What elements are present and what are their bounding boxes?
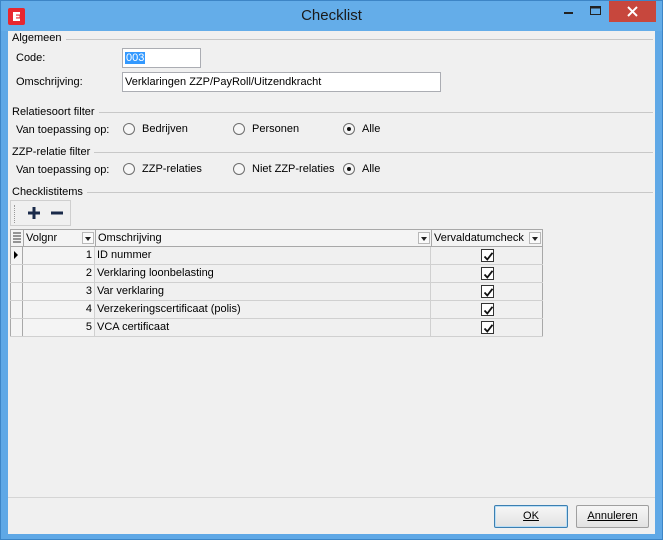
column-header-label: Omschrijving	[98, 232, 162, 244]
chevron-down-icon[interactable]	[529, 232, 541, 244]
code-value: 003	[125, 52, 146, 64]
section-checklistitems-label: Checklistitems	[12, 186, 87, 198]
radio-label: Alle	[362, 163, 381, 175]
row-indicator[interactable]	[10, 283, 23, 300]
current-row-arrow-icon	[14, 251, 18, 259]
relatiesoort-applies-label: Van toepassing op:	[16, 124, 110, 136]
dialog-client-area: Algemeen Code: 003 Omschrijving: Verklar…	[8, 31, 655, 534]
table-row[interactable]: 2 Verklaring loonbelasting	[10, 265, 543, 283]
column-header-vervaldatumcheck[interactable]: Vervaldatumcheck	[432, 230, 542, 246]
cell-volgnr[interactable]: 1	[23, 247, 95, 264]
title-bar[interactable]: Checklist	[1, 1, 662, 31]
cell-vervaldatumcheck[interactable]	[431, 265, 543, 282]
cell-omschrijving[interactable]: Verklaring loonbelasting	[95, 265, 431, 282]
button-bar-divider	[8, 497, 655, 498]
code-label: Code:	[16, 52, 46, 64]
checkbox-checked[interactable]	[480, 267, 494, 280]
radio-label: Alle	[362, 123, 381, 135]
minus-icon[interactable]	[49, 205, 65, 221]
section-relatiesoort-label: Relatiesoort filter	[12, 106, 99, 118]
column-header-label: Volgnr	[26, 232, 58, 244]
row-indicator[interactable]	[10, 247, 23, 264]
radio-label: Bedrijven	[142, 123, 188, 135]
column-header-label: Vervaldatumcheck	[434, 232, 524, 244]
radio-indicator	[233, 163, 245, 175]
row-indicator[interactable]	[10, 301, 23, 318]
cell-omschrijving[interactable]: ID nummer	[95, 247, 431, 264]
cell-volgnr[interactable]: 4	[23, 301, 95, 318]
toolbar-grip[interactable]	[14, 205, 17, 223]
cell-vervaldatumcheck[interactable]	[431, 283, 543, 300]
radio-label: Personen	[252, 123, 300, 135]
radio-zzp-alle[interactable]: Alle	[343, 163, 380, 175]
chevron-down-icon[interactable]	[82, 232, 94, 244]
cell-omschrijving[interactable]: VCA certificaat	[95, 319, 431, 336]
plus-icon[interactable]	[26, 205, 42, 221]
checkbox-checked[interactable]	[480, 249, 494, 262]
cancel-button-label: Annuleren	[587, 510, 638, 522]
zzp-applies-label: Van toepassing op:	[16, 164, 110, 176]
cell-volgnr[interactable]: 3	[23, 283, 95, 300]
column-header-omschrijving[interactable]: Omschrijving	[96, 230, 432, 246]
cell-vervaldatumcheck[interactable]	[431, 319, 543, 336]
radio-indicator-selected	[343, 163, 355, 175]
radio-relatiesoort-alle[interactable]: Alle	[343, 123, 380, 135]
section-divider	[12, 39, 653, 40]
table-row[interactable]: 3 Var verklaring	[10, 283, 543, 301]
row-indicator[interactable]	[10, 319, 23, 336]
omschrijving-input[interactable]: Verklaringen ZZP/PayRoll/Uitzendkracht	[122, 72, 441, 92]
radio-indicator-selected	[343, 123, 355, 135]
column-header-volgnr[interactable]: Volgnr	[24, 230, 96, 246]
maximize-button[interactable]	[582, 1, 609, 22]
cell-omschrijving[interactable]: Verzekeringscertificaat (polis)	[95, 301, 431, 318]
code-input[interactable]: 003	[122, 48, 201, 68]
chevron-down-icon[interactable]	[418, 232, 430, 244]
close-button[interactable]	[609, 1, 656, 22]
grid-header: Volgnr Omschrijving Vervaldatumcheck	[10, 229, 543, 247]
column-chooser-icon[interactable]	[11, 230, 24, 246]
section-zzp-label: ZZP-relatie filter	[12, 146, 95, 158]
cancel-button[interactable]: Annuleren	[576, 505, 649, 528]
minimize-button[interactable]	[555, 1, 582, 22]
section-algemeen-label: Algemeen	[12, 32, 66, 44]
checklist-toolbar	[10, 200, 71, 226]
checkbox-checked[interactable]	[480, 303, 494, 316]
section-divider	[12, 192, 653, 193]
radio-zzp-relaties[interactable]: ZZP-relaties	[123, 163, 202, 175]
radio-label: ZZP-relaties	[142, 163, 202, 175]
cell-vervaldatumcheck[interactable]	[431, 247, 543, 264]
radio-indicator	[123, 163, 135, 175]
cell-vervaldatumcheck[interactable]	[431, 301, 543, 318]
table-row[interactable]: 1 ID nummer	[10, 247, 543, 265]
radio-indicator	[123, 123, 135, 135]
row-indicator[interactable]	[10, 265, 23, 282]
checkbox-checked[interactable]	[480, 321, 494, 334]
omschrijving-label: Omschrijving:	[16, 76, 83, 88]
checklist-window: Checklist Algemeen Code: 003 Omschrijvin…	[0, 0, 663, 540]
ok-button[interactable]: OK	[494, 505, 568, 528]
table-row[interactable]: 5 VCA certificaat	[10, 319, 543, 337]
cell-volgnr[interactable]: 5	[23, 319, 95, 336]
checkbox-checked[interactable]	[480, 285, 494, 298]
radio-label: Niet ZZP-relaties	[252, 163, 335, 175]
cell-omschrijving[interactable]: Var verklaring	[95, 283, 431, 300]
section-divider	[12, 112, 653, 113]
radio-niet-zzp-relaties[interactable]: Niet ZZP-relaties	[233, 163, 335, 175]
section-divider	[12, 152, 653, 153]
cell-volgnr[interactable]: 2	[23, 265, 95, 282]
ok-button-label: OK	[523, 510, 539, 522]
radio-personen[interactable]: Personen	[233, 123, 299, 135]
radio-indicator	[233, 123, 245, 135]
table-row[interactable]: 4 Verzekeringscertificaat (polis)	[10, 301, 543, 319]
radio-bedrijven[interactable]: Bedrijven	[123, 123, 188, 135]
